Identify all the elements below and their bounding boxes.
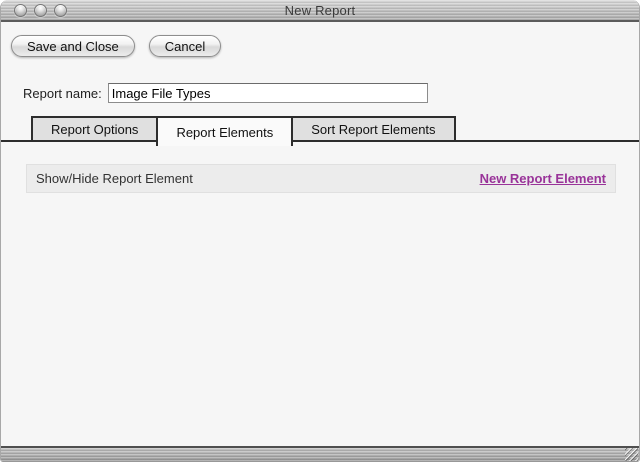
report-name-input[interactable]	[108, 83, 428, 103]
save-and-close-button[interactable]: Save and Close	[11, 35, 135, 57]
title-bar[interactable]: New Report	[1, 0, 639, 22]
window-footer	[1, 446, 639, 462]
resize-grip-icon[interactable]	[625, 448, 638, 461]
window-title: New Report	[1, 3, 639, 18]
new-report-element-link[interactable]: New Report Element	[480, 171, 606, 186]
tab-report-options[interactable]: Report Options	[31, 116, 158, 140]
new-report-window: New Report Save and Close Cancel Report …	[0, 0, 640, 462]
tab-sort-report-elements[interactable]: Sort Report Elements	[291, 116, 455, 140]
cancel-button[interactable]: Cancel	[149, 35, 221, 57]
report-name-label: Report name:	[23, 86, 102, 101]
tab-report-elements[interactable]: Report Elements	[156, 116, 293, 146]
report-name-row: Report name:	[23, 83, 428, 103]
toolbar: Save and Close Cancel	[11, 35, 221, 57]
show-hide-report-element-label: Show/Hide Report Element	[36, 171, 193, 186]
report-element-header-row: Show/Hide Report Element New Report Elem…	[26, 164, 616, 193]
tab-bar: Report Options Report Elements Sort Repo…	[1, 116, 639, 146]
